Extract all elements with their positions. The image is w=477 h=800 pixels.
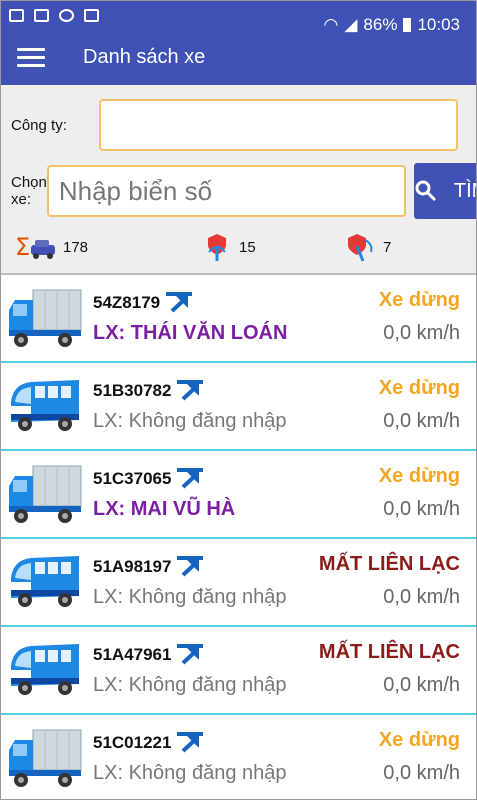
bus-icon [7,638,83,702]
stat-lost-value: 7 [383,238,392,256]
vehicle-status: Xe dừng [378,289,460,311]
search-button-label: TÌM [453,179,476,202]
vehicle-list-item[interactable]: 51B30782 LX: Không đăng nhập Xe dừng 0,0… [1,363,476,451]
vehicle-speed: 0,0 km/h [383,410,460,432]
stats-bar: Σ 178 15 7 [1,221,476,273]
direction-arrow-icon [177,467,204,488]
truck-icon [7,462,83,526]
direction-arrow-icon [166,291,193,312]
app-icon [59,8,74,22]
vehicle-list-item[interactable]: 54Z8179 LX: THÁI VĂN LOÁN Xe dừng 0,0 km… [1,275,476,363]
lost-signal-icon [348,234,373,262]
direction-arrow-icon [177,555,204,576]
vehicle-status: Xe dừng [378,377,460,399]
vehicle-label: Chọn xe: [11,174,47,208]
gallery-icon [34,8,49,22]
vehicle-list-item[interactable]: 51A98197 LX: Không đăng nhập MẤT LIÊN LẠ… [1,539,476,627]
bus-icon [7,374,83,438]
stat-lost: 7 [345,232,391,262]
vehicle-status: MẤT LIÊN LẠC [318,641,460,663]
direction-arrow-icon [177,731,204,752]
truck-icon [7,726,83,790]
vehicle-plate: 51C37065 [93,468,172,488]
bus-icon [7,550,83,614]
stat-signal: 15 [201,232,345,262]
vehicle-list-item[interactable]: 51A47961 LX: Không đăng nhập MẤT LIÊN LẠ… [1,627,476,715]
total-vehicles-icon: Σ [15,233,55,261]
company-label: Công ty: [11,116,67,134]
app-bar: Danh sách xe [1,29,476,85]
battery-percent: 86% [363,15,398,34]
vehicle-speed: 0,0 km/h [383,586,460,608]
vehicle-speed: 0,0 km/h [383,322,460,344]
app-frame: ◠ ◢ 86% 10:03 Danh sách xe Công ty: Chọn… [0,0,477,800]
signal-icon: ◢ [344,15,358,34]
vehicle-status: MẤT LIÊN LẠC [318,553,460,575]
vehicle-plate: 51A98197 [93,556,172,576]
page-title: Danh sách xe [83,45,206,68]
notification-icon [9,8,24,22]
search-form: Công ty: Chọn xe: TÌM [1,85,476,221]
vehicle-plate: 51C01221 [93,732,172,752]
menu-icon[interactable] [17,43,45,72]
plate-search-input[interactable] [46,165,406,217]
search-button[interactable]: TÌM [413,163,476,219]
vehicle-plate: 51A47961 [93,644,172,664]
status-bar: ◠ ◢ 86% 10:03 [1,1,476,34]
vehicle-speed: 0,0 km/h [383,762,460,784]
stat-signal-value: 15 [239,238,256,256]
stat-total-value: 178 [63,238,89,256]
clock: 10:03 [417,15,460,34]
vehicle-list-item[interactable]: 51C37065 LX: MAI VŨ HÀ Xe dừng 0,0 km/h [1,451,476,539]
battery-icon [403,18,412,32]
search-icon [415,180,436,202]
signal-antenna-icon [208,234,226,261]
vehicle-status: Xe dừng [378,465,460,487]
vehicle-plate: 54Z8179 [93,292,161,312]
svg-text:Σ: Σ [15,233,30,261]
vehicle-speed: 0,0 km/h [383,674,460,696]
direction-arrow-icon [177,643,204,664]
wifi-icon: ◠ [323,15,339,34]
stat-total: Σ 178 [15,233,201,261]
company-input[interactable] [99,99,458,151]
vehicle-plate: 51B30782 [93,380,172,400]
vehicle-speed: 0,0 km/h [383,498,460,520]
vehicle-list: 54Z8179 LX: THÁI VĂN LOÁN Xe dừng 0,0 km… [1,275,476,799]
direction-arrow-icon [177,379,204,400]
message-icon [84,8,99,22]
vehicle-status: Xe dừng [378,729,460,751]
truck-icon [7,286,83,350]
vehicle-list-item[interactable]: 51C01221 LX: Không đăng nhập Xe dừng 0,0… [1,715,476,799]
